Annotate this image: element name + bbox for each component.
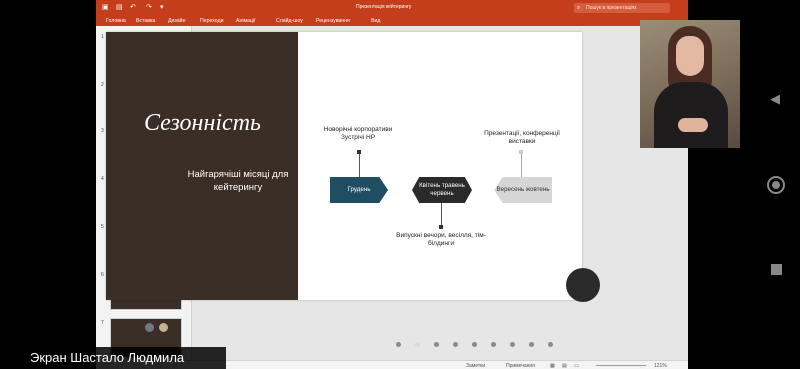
thumbnail-number: 6 [101, 272, 104, 278]
tab-transitions[interactable]: Переходи [200, 17, 224, 25]
thumbnail-number: 5 [101, 224, 104, 230]
person-body [654, 82, 728, 148]
tab-slideshow[interactable]: Слайд-шоу [276, 17, 303, 25]
recent-apps-icon[interactable] [771, 264, 782, 275]
slide-pagination [396, 342, 576, 348]
thumbnail-number: 1 [101, 34, 104, 40]
thumbnail-image [145, 323, 154, 332]
screen: ▣ ▤ ↶ ↷ ▾ Презентація кейтерингу ⌕ Пошук… [0, 0, 800, 369]
thumbnail-number: 4 [101, 176, 104, 182]
connector-marker [519, 150, 523, 154]
comments-button[interactable]: Примечания [506, 363, 535, 369]
thumbnail-number: 3 [101, 128, 104, 134]
tab-view[interactable]: Вид [371, 17, 380, 25]
pagination-dot[interactable] [472, 342, 477, 347]
tab-review[interactable]: Рецензування [316, 17, 350, 25]
title-bar: ▣ ▤ ↶ ↷ ▾ Презентація кейтерингу ⌕ Пошук… [96, 0, 688, 16]
zoom-level[interactable]: 121% [654, 363, 667, 369]
chevron-december[interactable]: Грудень [330, 177, 388, 203]
pagination-dot[interactable] [548, 342, 553, 347]
back-icon[interactable]: ◀ [770, 92, 784, 106]
participant-name-label: Экран Шастало Людмила [0, 347, 226, 369]
search-input[interactable]: ⌕ Пошук в презентаціях [574, 3, 670, 13]
notes-button[interactable]: Заметки [466, 363, 485, 369]
person-face [676, 36, 704, 76]
ribbon-tabs: Головна Вставка Дизайн Переходи Анімації… [96, 16, 688, 26]
document-title: Презентація кейтерингу [356, 4, 412, 10]
tab-design[interactable]: Дизайн [168, 17, 185, 25]
slide-title-panel [106, 32, 298, 300]
zoom-slider[interactable] [596, 365, 646, 366]
pagination-dot[interactable] [453, 342, 458, 347]
current-slide[interactable]: Сезонність Найгарячіші місяці для кейтер… [106, 32, 600, 302]
note-top-left[interactable]: Новорічні корпоративи Зустрічі НР [318, 126, 398, 142]
search-icon: ⌕ [577, 5, 581, 11]
decorative-circle [566, 268, 600, 302]
tab-insert[interactable]: Вставка [136, 17, 155, 25]
pagination-dot-active[interactable] [415, 342, 420, 347]
redo-icon[interactable]: ↷ [146, 3, 152, 12]
person-hands [678, 118, 708, 132]
connector-marker [357, 150, 361, 154]
connector-line [521, 154, 522, 177]
thumbnail-image [159, 323, 168, 332]
pagination-dot[interactable] [491, 342, 496, 347]
sorter-view-icon[interactable]: ▤ [562, 363, 567, 369]
quick-access-chevron-icon[interactable]: ▾ [160, 3, 164, 12]
connector-line [441, 203, 442, 227]
connector-marker [439, 225, 443, 229]
note-bottom[interactable]: Випускні вечори, весілля, тім-білдинги [396, 232, 486, 248]
note-top-right[interactable]: Презентації, конференції виставки [482, 130, 562, 146]
reading-view-icon[interactable]: ▭ [574, 363, 579, 369]
chevron-spring[interactable]: Квітень травень червень [412, 177, 472, 203]
undo-icon[interactable]: ↶ [130, 3, 136, 12]
normal-view-icon[interactable]: ▦ [550, 363, 555, 369]
home-icon[interactable] [767, 176, 785, 194]
pagination-dot[interactable] [434, 342, 439, 347]
participant-video[interactable] [640, 20, 740, 148]
slide-subtitle[interactable]: Найгарячіші місяці для кейтерингу [178, 168, 298, 194]
search-placeholder: Пошук в презентаціях [586, 5, 637, 11]
thumbnail-number: 7 [101, 320, 104, 326]
slide-title[interactable]: Сезонність [144, 110, 261, 137]
pagination-dot[interactable] [510, 342, 515, 347]
pagination-dot[interactable] [529, 342, 534, 347]
app-logo-icon: ▣ [102, 4, 109, 11]
connector-line [359, 154, 360, 177]
tab-home[interactable]: Головна [106, 17, 126, 25]
pagination-dot[interactable] [396, 342, 401, 347]
thumbnail-number: 2 [101, 82, 104, 88]
tab-animations[interactable]: Анімації [236, 17, 256, 25]
chevron-autumn[interactable]: Вересень жовтень [494, 177, 552, 203]
save-icon[interactable]: ▤ [116, 3, 123, 12]
